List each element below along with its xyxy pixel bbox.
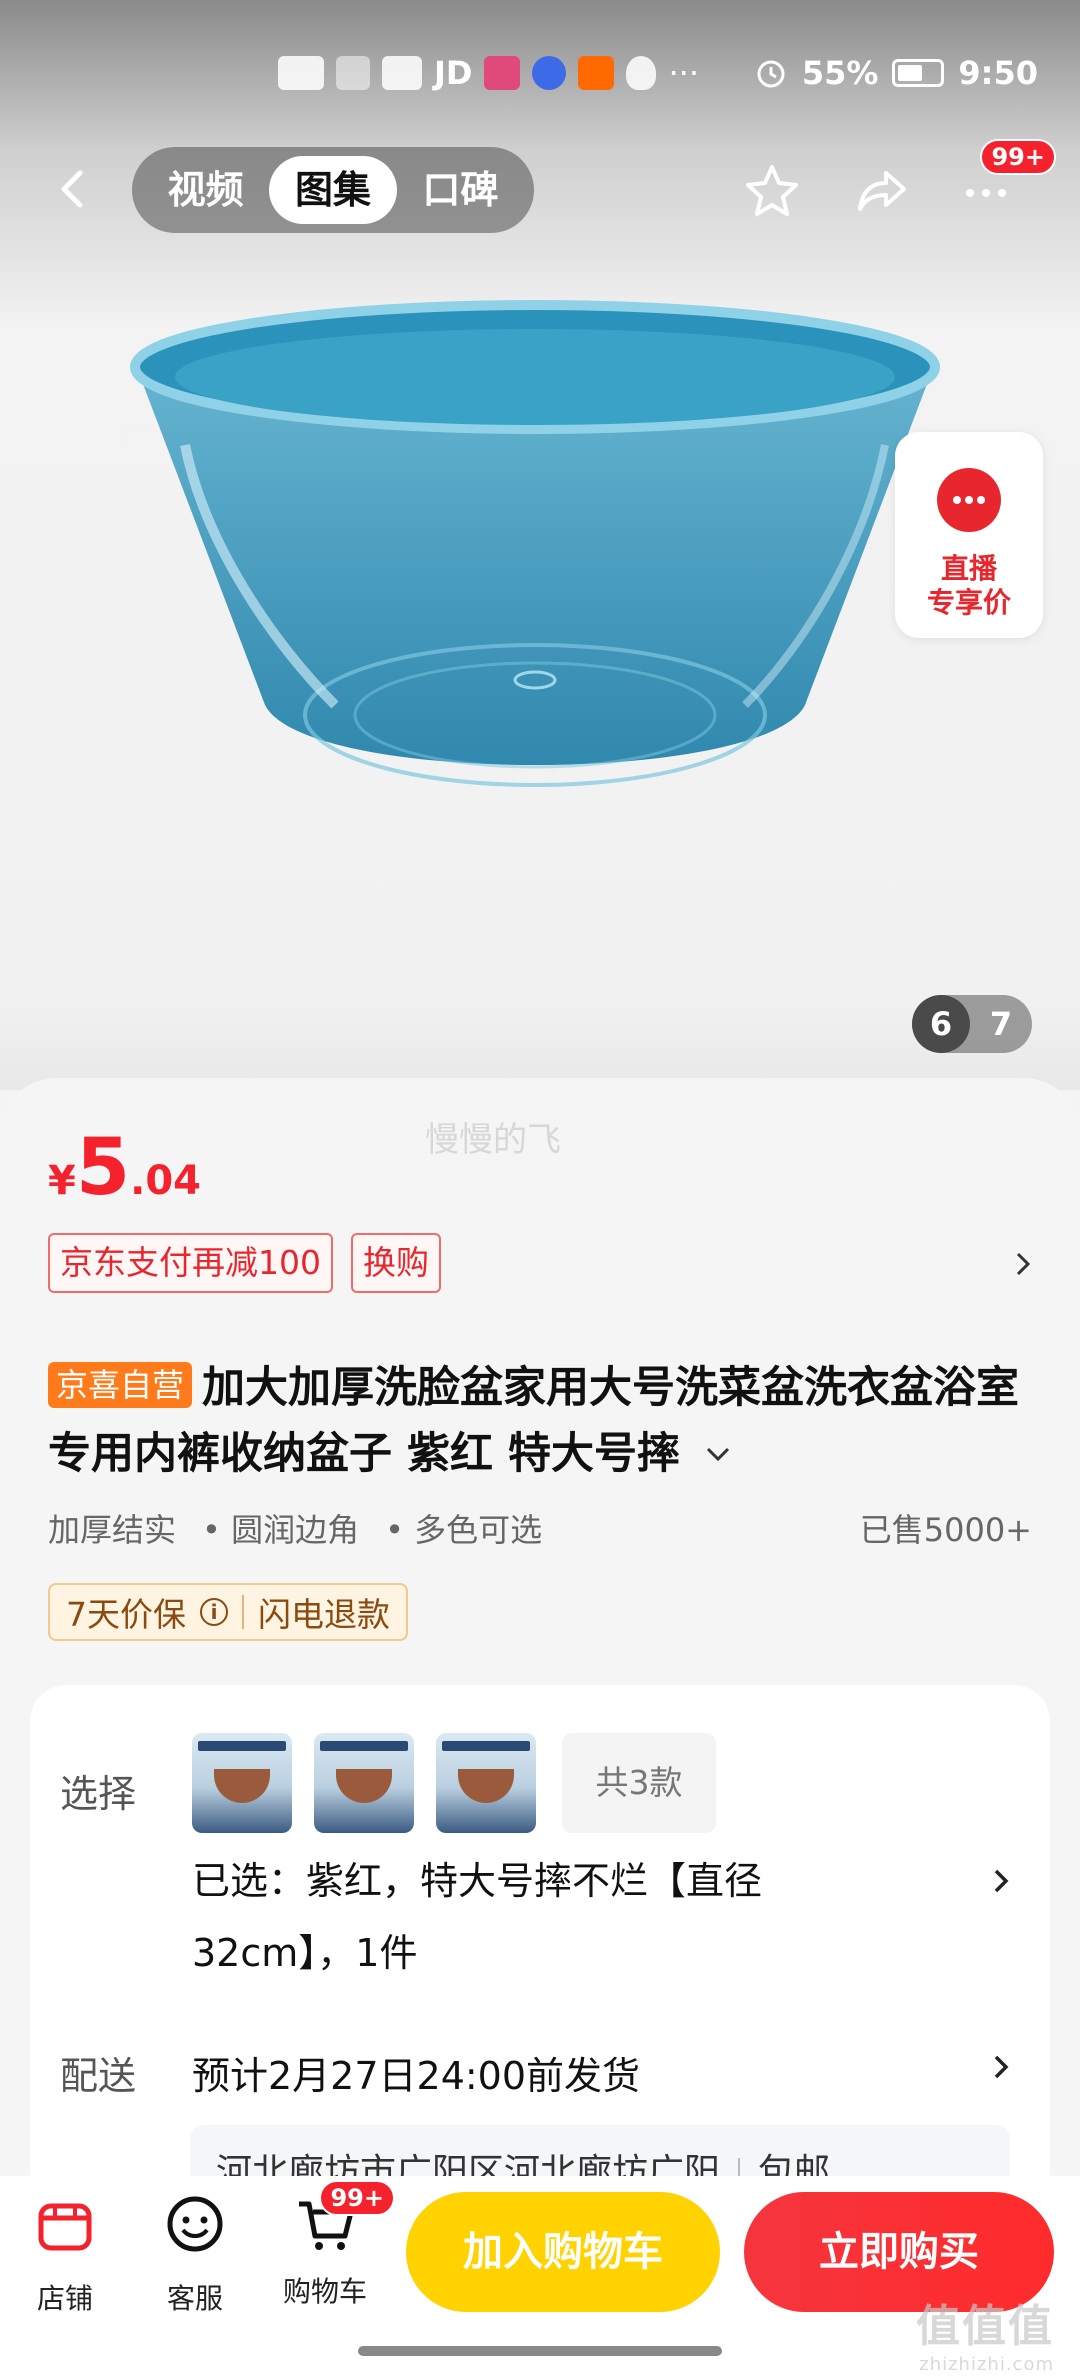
media-tabs: 视频 图集 口碑 <box>132 147 534 233</box>
home-indicator[interactable] <box>358 2346 722 2356</box>
price-decimal: .04 <box>130 1158 201 1204</box>
selected-variant[interactable]: 已选：紫红，特大号摔不烂【直径32cm】，1件 <box>192 1845 832 1989</box>
sold-count: 已售5000+ <box>859 1511 1032 1549</box>
promo-trade-in[interactable]: 换购 <box>351 1233 441 1293</box>
feature-item: • 圆润边角 <box>202 1511 360 1549</box>
store-button[interactable]: 店铺 <box>10 2192 120 2317</box>
product-image-basin <box>130 300 940 787</box>
delivery-eta[interactable]: 预计2月27日24:00前发货 <box>192 2045 640 2100</box>
gallery-total: 7 <box>989 1005 1013 1043</box>
variant-thumbnail[interactable] <box>436 1733 536 1833</box>
feature-item: 加厚结实 <box>48 1511 177 1549</box>
promo-payment-discount[interactable]: 京东支付再减100 <box>48 1233 333 1293</box>
site-watermark: 值值值 zhizhizhi.com <box>916 2290 1054 2375</box>
customer-service-label: 客服 <box>166 2282 223 2315</box>
price-protect-label: 7天价保 <box>66 1595 186 1634</box>
site-watermark-main: 值值值 <box>916 2301 1054 2352</box>
variant-count[interactable]: 共3款 <box>562 1733 716 1833</box>
signal-4g-icon <box>382 56 422 90</box>
cart-label: 购物车 <box>282 2275 367 2308</box>
fast-refund-label: 闪电退款 <box>258 1595 390 1634</box>
feature-list: 加厚结实 • 圆润边角 • 多色可选 <box>48 1505 542 1551</box>
star-favorite-icon[interactable] <box>742 161 802 221</box>
product-title-text: 加大加厚洗脸盆家用大号洗菜盆洗衣盆浴室专用内裤收纳盆子 紫红 特大号摔 <box>48 1363 1020 1479</box>
signal-icon <box>336 56 370 90</box>
delivery-label: 配送 <box>60 2054 137 2098</box>
carrier-label: JD <box>434 54 473 92</box>
variant-thumbnail[interactable] <box>192 1733 292 1833</box>
share-icon[interactable] <box>852 161 912 221</box>
feature-item: • 多色可选 <box>385 1511 543 1549</box>
more-menu-button[interactable]: 99+ <box>956 139 1056 221</box>
site-watermark-sub: zhizhizhi.com <box>919 2354 1054 2375</box>
top-nav: 视频 图集 口碑 99+ <box>0 139 1080 233</box>
hd-icon <box>278 56 324 90</box>
variant-thumbnail[interactable] <box>314 1733 414 1833</box>
cart-icon-wrap: 99+ <box>293 2180 395 2256</box>
battery-icon <box>892 59 945 87</box>
more-notifications-icon: ··· <box>668 54 699 92</box>
customer-service-button[interactable]: 客服 <box>140 2192 250 2317</box>
live-label: 直播 <box>940 552 997 585</box>
status-icons: JD ··· <box>278 54 699 92</box>
info-icon[interactable]: i <box>200 1598 228 1626</box>
price-integer: 5 <box>75 1123 131 1213</box>
select-label: 选择 <box>60 1772 137 1816</box>
app-notification-icon <box>532 56 567 90</box>
app-notification-icon <box>484 56 521 90</box>
add-to-cart-button[interactable]: 加入购物车 <box>406 2192 720 2312</box>
chevron-down-icon[interactable] <box>705 1444 731 1464</box>
chat-smile-icon <box>167 2196 223 2252</box>
qq-icon <box>626 56 657 90</box>
options-card: 选择 共3款 已选：紫红，特大号摔不烂【直径32cm】，1件 配送 预计2月27… <box>30 1685 1050 2205</box>
back-arrow-icon[interactable] <box>50 165 98 213</box>
store-label: 店铺 <box>36 2282 93 2315</box>
price: ¥ 5 .04 <box>48 1128 201 1208</box>
live-icon <box>937 468 1001 532</box>
tab-reviews[interactable]: 口碑 <box>397 156 524 224</box>
gallery-counter: 6 7 <box>912 995 1032 1053</box>
message-badge: 99+ <box>980 139 1056 175</box>
alarm-icon <box>757 60 785 88</box>
tab-gallery[interactable]: 图集 <box>269 156 397 224</box>
chevron-right-icon[interactable] <box>990 1867 1014 1895</box>
self-operated-tag: 京喜自营 <box>48 1362 193 1408</box>
service-guarantee[interactable]: 7天价保 i 闪电退款 <box>48 1583 408 1641</box>
cart-button[interactable]: 99+ 购物车 <box>270 2180 395 2310</box>
live-price-label: 专享价 <box>926 586 1011 619</box>
clock: 9:50 <box>958 54 1038 92</box>
live-price-card[interactable]: 直播 专享价 <box>895 432 1043 638</box>
cart-badge: 99+ <box>319 2180 395 2216</box>
price-currency: ¥ <box>48 1158 76 1204</box>
tab-video[interactable]: 视频 <box>142 156 269 224</box>
chevron-right-icon[interactable] <box>990 2053 1014 2081</box>
taobao-icon <box>578 56 615 90</box>
battery-percent: 55% <box>801 54 879 92</box>
product-title: 京喜自营 加大加厚洗脸盆家用大号洗菜盆洗衣盆浴室专用内裤收纳盆子 紫红 特大号摔 <box>48 1355 1038 1487</box>
gallery-current: 6 <box>912 995 970 1053</box>
promo-tags[interactable]: 京东支付再减100 换购 <box>48 1233 441 1293</box>
status-bar: JD ··· 55% 9:50 <box>0 40 1080 110</box>
user-watermark: 慢慢的飞 <box>425 1120 561 1160</box>
store-icon <box>38 2203 92 2251</box>
chevron-right-icon[interactable] <box>1012 1250 1036 1278</box>
product-gallery[interactable]: JD ··· 55% 9:50 视频 图集 口碑 99+ 直播 专享价 6 7 <box>0 0 1080 1090</box>
divider <box>242 1595 244 1629</box>
